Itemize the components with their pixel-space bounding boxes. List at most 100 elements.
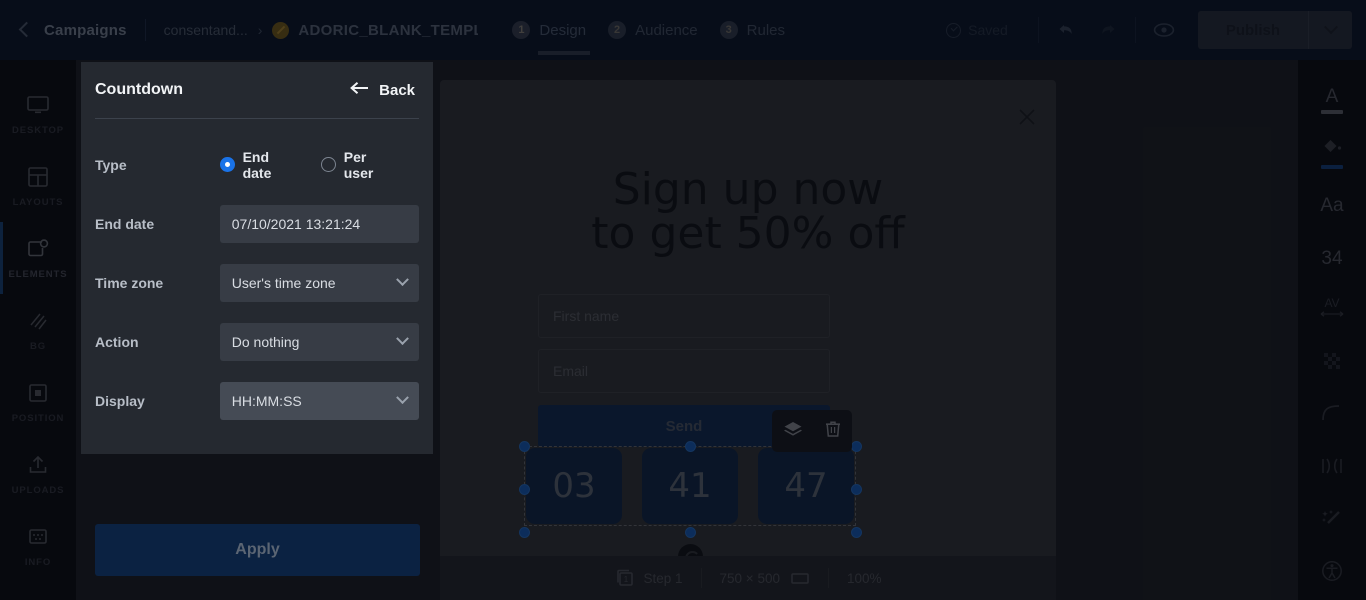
- svg-text:1: 1: [623, 575, 628, 584]
- sidebar-item-info[interactable]: INFO: [0, 510, 76, 582]
- time-zone-value: User's time zone: [231, 274, 336, 291]
- row-time-zone: Time zone User's time zone: [95, 253, 419, 312]
- radio-end-date[interactable]: End date: [219, 149, 301, 181]
- pages-icon: 1: [615, 568, 635, 588]
- breadcrumb-template-name[interactable]: ADORIC_BLANK_TEMPL: [298, 22, 478, 39]
- sidebar-label-info: INFO: [24, 557, 52, 568]
- app-root: Campaigns consentand... › ADORIC_BLANK_T…: [0, 0, 1366, 600]
- rectangle-icon: [790, 571, 810, 585]
- zoom-indicator[interactable]: 100%: [829, 556, 900, 600]
- saved-label: Saved: [968, 22, 1008, 38]
- step-rules-label: Rules: [746, 21, 786, 39]
- action-value: Do nothing: [231, 333, 300, 350]
- radio-per-user[interactable]: Per user: [320, 149, 399, 181]
- element-float-toolbar: [772, 410, 852, 452]
- row-action: Action Do nothing: [95, 312, 419, 371]
- back-chevron-icon[interactable]: [16, 21, 34, 39]
- padding-icon: [1319, 456, 1345, 481]
- step-rules[interactable]: 3 Rules: [719, 0, 786, 60]
- radio-per-user-dot: [320, 157, 336, 172]
- text-color-swatch: [1321, 109, 1343, 114]
- undo-button[interactable]: [1047, 11, 1087, 49]
- letter-spacing-button[interactable]: AV: [1298, 284, 1366, 337]
- resize-handle-bottom-right[interactable]: [851, 527, 862, 538]
- publish-button[interactable]: Publish: [1198, 11, 1308, 49]
- sidebar-item-uploads[interactable]: UPLOADS: [0, 438, 76, 510]
- layouts-icon: [27, 164, 49, 190]
- publish-control: Publish: [1197, 11, 1352, 49]
- accessibility-button[interactable]: [1298, 547, 1366, 600]
- row-type: Type End date Per user: [95, 135, 419, 194]
- opacity-button[interactable]: [1298, 337, 1366, 390]
- text-color-button[interactable]: A: [1298, 74, 1366, 127]
- step-design[interactable]: 1 Design: [512, 0, 591, 60]
- info-icon: [27, 524, 49, 550]
- email-field[interactable]: Email: [538, 349, 830, 393]
- left-tool-rail: DESKTOP LAYOUTS ELEMENTS BG POSITION UPL…: [0, 60, 76, 600]
- resize-handle-top-right[interactable]: [851, 441, 862, 452]
- resize-handle-middle-left[interactable]: [519, 484, 530, 495]
- back-button[interactable]: Back: [350, 81, 415, 100]
- fill-color-swatch: [1321, 165, 1343, 170]
- resize-handle-top-center[interactable]: [685, 441, 696, 452]
- end-date-input[interactable]: 07/10/2021 13:21:24: [219, 204, 419, 243]
- paint-bucket-icon: [1321, 136, 1343, 161]
- chevron-down-icon: [1323, 20, 1338, 35]
- preview-eye-button[interactable]: [1144, 11, 1184, 49]
- publish-dropdown-button[interactable]: [1308, 11, 1352, 49]
- sidebar-item-bg[interactable]: BG: [0, 294, 76, 366]
- step-audience-label: Audience: [635, 21, 698, 39]
- font-family-icon: Aa: [1320, 194, 1344, 216]
- popup-headline[interactable]: Sign up now to get 50% off: [440, 168, 1056, 256]
- elements-icon: [26, 236, 50, 262]
- popup-preview-card[interactable]: Sign up now to get 50% off First name Em…: [440, 80, 1056, 600]
- chevron-down-icon: [396, 391, 409, 405]
- layers-icon[interactable]: [783, 420, 803, 443]
- sidebar-label-desktop: DESKTOP: [11, 125, 65, 136]
- time-zone-select[interactable]: User's time zone: [219, 263, 419, 302]
- page-title: Countdown: [95, 81, 183, 98]
- padding-button[interactable]: [1298, 442, 1366, 495]
- font-size-button[interactable]: 34: [1298, 232, 1366, 285]
- saved-check-icon: [946, 22, 962, 38]
- trash-icon[interactable]: [825, 420, 841, 443]
- breadcrumb-campaigns[interactable]: Campaigns: [44, 22, 127, 39]
- label-time-zone: Time zone: [95, 274, 164, 291]
- resize-handle-top-left[interactable]: [519, 441, 530, 452]
- divider: [1134, 17, 1136, 43]
- svg-text:AV: AV: [1324, 296, 1339, 310]
- canvas-size-indicator[interactable]: 750 × 500: [702, 556, 828, 600]
- action-select[interactable]: Do nothing: [219, 322, 419, 361]
- resize-handle-bottom-center[interactable]: [685, 527, 696, 538]
- arrow-left-icon: [350, 81, 379, 100]
- corner-radius-button[interactable]: [1298, 390, 1366, 443]
- apply-button[interactable]: Apply: [95, 524, 420, 576]
- breadcrumb-site[interactable]: consentand...: [164, 22, 248, 38]
- sidebar-item-layouts[interactable]: LAYOUTS: [0, 150, 76, 222]
- saved-status: Saved: [946, 22, 1008, 38]
- sidebar-item-position[interactable]: POSITION: [0, 366, 76, 438]
- breadcrumb: Campaigns consentand... › ADORIC_BLANK_T…: [0, 0, 478, 60]
- sidebar-item-elements[interactable]: ELEMENTS: [0, 222, 76, 294]
- step-indicator[interactable]: 1 Step 1: [597, 556, 701, 600]
- display-select[interactable]: HH:MM:SS: [219, 381, 419, 420]
- resize-handle-middle-right[interactable]: [851, 484, 862, 495]
- font-family-button[interactable]: Aa: [1298, 179, 1366, 232]
- resize-handle-bottom-left[interactable]: [519, 527, 530, 538]
- chevron-down-icon: [396, 332, 409, 346]
- background-icon: [27, 308, 49, 334]
- first-name-field[interactable]: First name: [538, 294, 830, 338]
- close-icon[interactable]: [1016, 106, 1038, 128]
- top-bar-actions: Saved Publish: [946, 0, 1366, 60]
- sidebar-label-position: POSITION: [11, 413, 65, 424]
- step-design-label: Design: [539, 21, 587, 39]
- label-type: Type: [95, 156, 127, 173]
- breadcrumb-divider: [144, 19, 146, 41]
- canvas-size-label: 750 × 500: [719, 570, 780, 586]
- countdown-widget[interactable]: 03 41 47: [519, 441, 862, 569]
- sidebar-item-desktop[interactable]: DESKTOP: [0, 78, 76, 150]
- step-audience[interactable]: 2 Audience: [608, 0, 698, 60]
- redo-button[interactable]: [1087, 11, 1127, 49]
- fill-color-button[interactable]: [1298, 127, 1366, 180]
- effects-button[interactable]: [1298, 495, 1366, 548]
